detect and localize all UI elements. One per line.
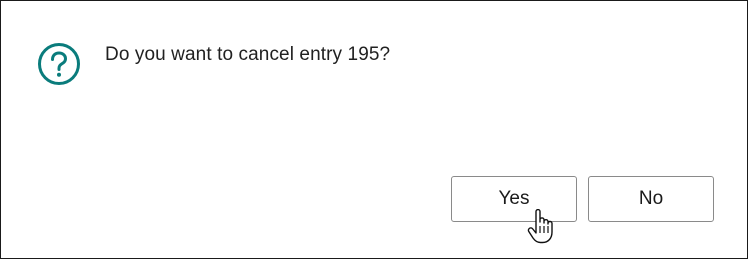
no-button[interactable]: No <box>588 176 714 222</box>
yes-button[interactable]: Yes <box>451 176 577 222</box>
question-mark-circle-icon <box>37 42 81 86</box>
confirm-dialog: Do you want to cancel entry 195? Yes No <box>0 0 748 259</box>
dialog-message: Do you want to cancel entry 195? <box>105 44 391 65</box>
